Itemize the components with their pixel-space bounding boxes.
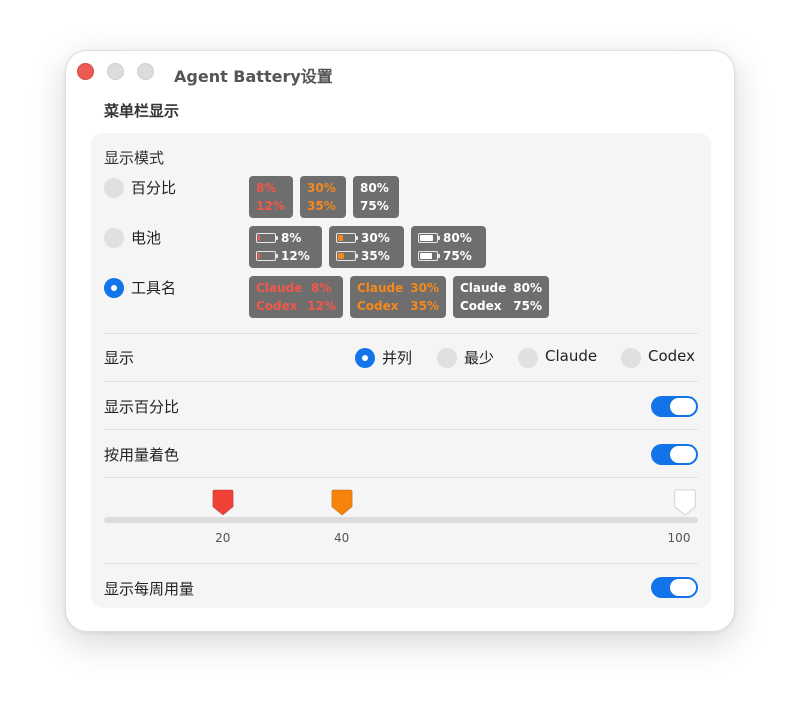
minimize-button[interactable]: [107, 63, 124, 80]
close-button[interactable]: [77, 63, 94, 80]
divider: [104, 381, 698, 382]
preview-percent-3: 80% 75%: [353, 176, 399, 218]
slider-tick-label: 40: [333, 531, 350, 545]
radio-battery-label: 电池: [131, 229, 162, 247]
preview-percent-2: 30% 35%: [300, 176, 346, 218]
preview-value: 30%: [410, 281, 439, 295]
preview-tool-1: Claude 8% Codex 12%: [249, 276, 343, 318]
color-by-usage-label: 按用量着色: [104, 446, 180, 464]
radio-tool-name[interactable]: [104, 278, 124, 298]
battery-icon: [418, 233, 440, 243]
settings-window: Agent Battery设置 菜单栏显示 显示模式 百分比 8% 12% 30…: [65, 50, 735, 632]
radio-side-by-side-label: 并列: [382, 349, 413, 367]
preview-battery-2: 30% 35%: [329, 226, 404, 268]
preview-value: 8%: [256, 181, 277, 195]
show-percent-toggle[interactable]: [651, 396, 698, 417]
preview-value: 8%: [311, 281, 332, 295]
preview-value: 80%: [443, 231, 472, 245]
preview-value: 80%: [513, 281, 542, 295]
divider: [104, 333, 698, 334]
toggle-knob: [670, 446, 696, 463]
show-percent-label: 显示百分比: [104, 398, 180, 416]
divider: [104, 563, 698, 564]
window-title: Agent Battery设置: [174, 67, 333, 86]
radio-percent-label: 百分比: [131, 179, 177, 197]
settings-group: 显示模式 百分比 8% 12% 30% 35% 80% 75% 电池 8% 12…: [91, 133, 711, 608]
preview-tool-name: Codex: [256, 299, 298, 313]
divider: [104, 429, 698, 430]
preview-tool-name: Claude: [357, 281, 404, 295]
divider: [104, 477, 698, 478]
zoom-button[interactable]: [137, 63, 154, 80]
radio-codex-label: Codex: [648, 347, 696, 365]
radio-battery[interactable]: [104, 228, 124, 248]
display-mode-label: 显示模式: [104, 149, 165, 167]
preview-tool-name: Claude: [256, 281, 303, 295]
radio-minimal[interactable]: [437, 348, 457, 368]
threshold-slider-track[interactable]: [104, 517, 698, 523]
radio-tool-name-label: 工具名: [131, 279, 177, 297]
radio-claude[interactable]: [518, 348, 538, 368]
preview-value: 75%: [360, 199, 389, 213]
preview-battery-1: 8% 12%: [249, 226, 322, 268]
preview-value: 75%: [443, 249, 472, 263]
slider-tick-label: 20: [215, 531, 231, 545]
radio-side-by-side[interactable]: [355, 348, 375, 368]
preview-tool-name: Codex: [460, 299, 502, 313]
toggle-knob: [670, 398, 696, 415]
preview-value: 75%: [513, 299, 542, 313]
preview-battery-3: 80% 75%: [411, 226, 486, 268]
preview-percent-1: 8% 12%: [249, 176, 293, 218]
preview-value: 30%: [307, 181, 336, 195]
slider-tick-label: 100: [667, 531, 691, 545]
preview-tool-name: Claude: [460, 281, 507, 295]
preview-value: 12%: [281, 249, 310, 263]
section-title: 菜单栏显示: [104, 102, 180, 120]
battery-icon: [336, 251, 358, 261]
slider-thumb-40[interactable]: [330, 489, 354, 517]
show-weekly-toggle[interactable]: [651, 577, 698, 598]
title-bar: Agent Battery设置: [66, 51, 734, 97]
radio-percent[interactable]: [104, 178, 124, 198]
preview-tool-3: Claude 80% Codex 75%: [453, 276, 549, 318]
color-by-usage-toggle[interactable]: [651, 444, 698, 465]
preview-value: 35%: [361, 249, 390, 263]
preview-value: 80%: [360, 181, 389, 195]
preview-value: 35%: [307, 199, 336, 213]
preview-tool-2: Claude 30% Codex 35%: [350, 276, 446, 318]
toggle-knob: [670, 579, 696, 596]
preview-value: 8%: [281, 231, 302, 245]
preview-value: 35%: [410, 299, 439, 313]
show-label: 显示: [104, 349, 135, 367]
radio-codex[interactable]: [621, 348, 641, 368]
battery-icon: [418, 251, 440, 261]
preview-value: 12%: [256, 199, 285, 213]
preview-value: 30%: [361, 231, 390, 245]
slider-thumb-20[interactable]: [211, 489, 235, 517]
radio-minimal-label: 最少: [464, 349, 495, 367]
battery-icon: [336, 233, 358, 243]
preview-tool-name: Codex: [357, 299, 399, 313]
preview-value: 12%: [307, 299, 336, 313]
battery-icon: [256, 233, 278, 243]
slider-thumb-100[interactable]: [673, 489, 697, 517]
show-weekly-label: 显示每周用量: [104, 580, 195, 598]
battery-icon: [256, 251, 278, 261]
radio-claude-label: Claude: [545, 347, 598, 365]
